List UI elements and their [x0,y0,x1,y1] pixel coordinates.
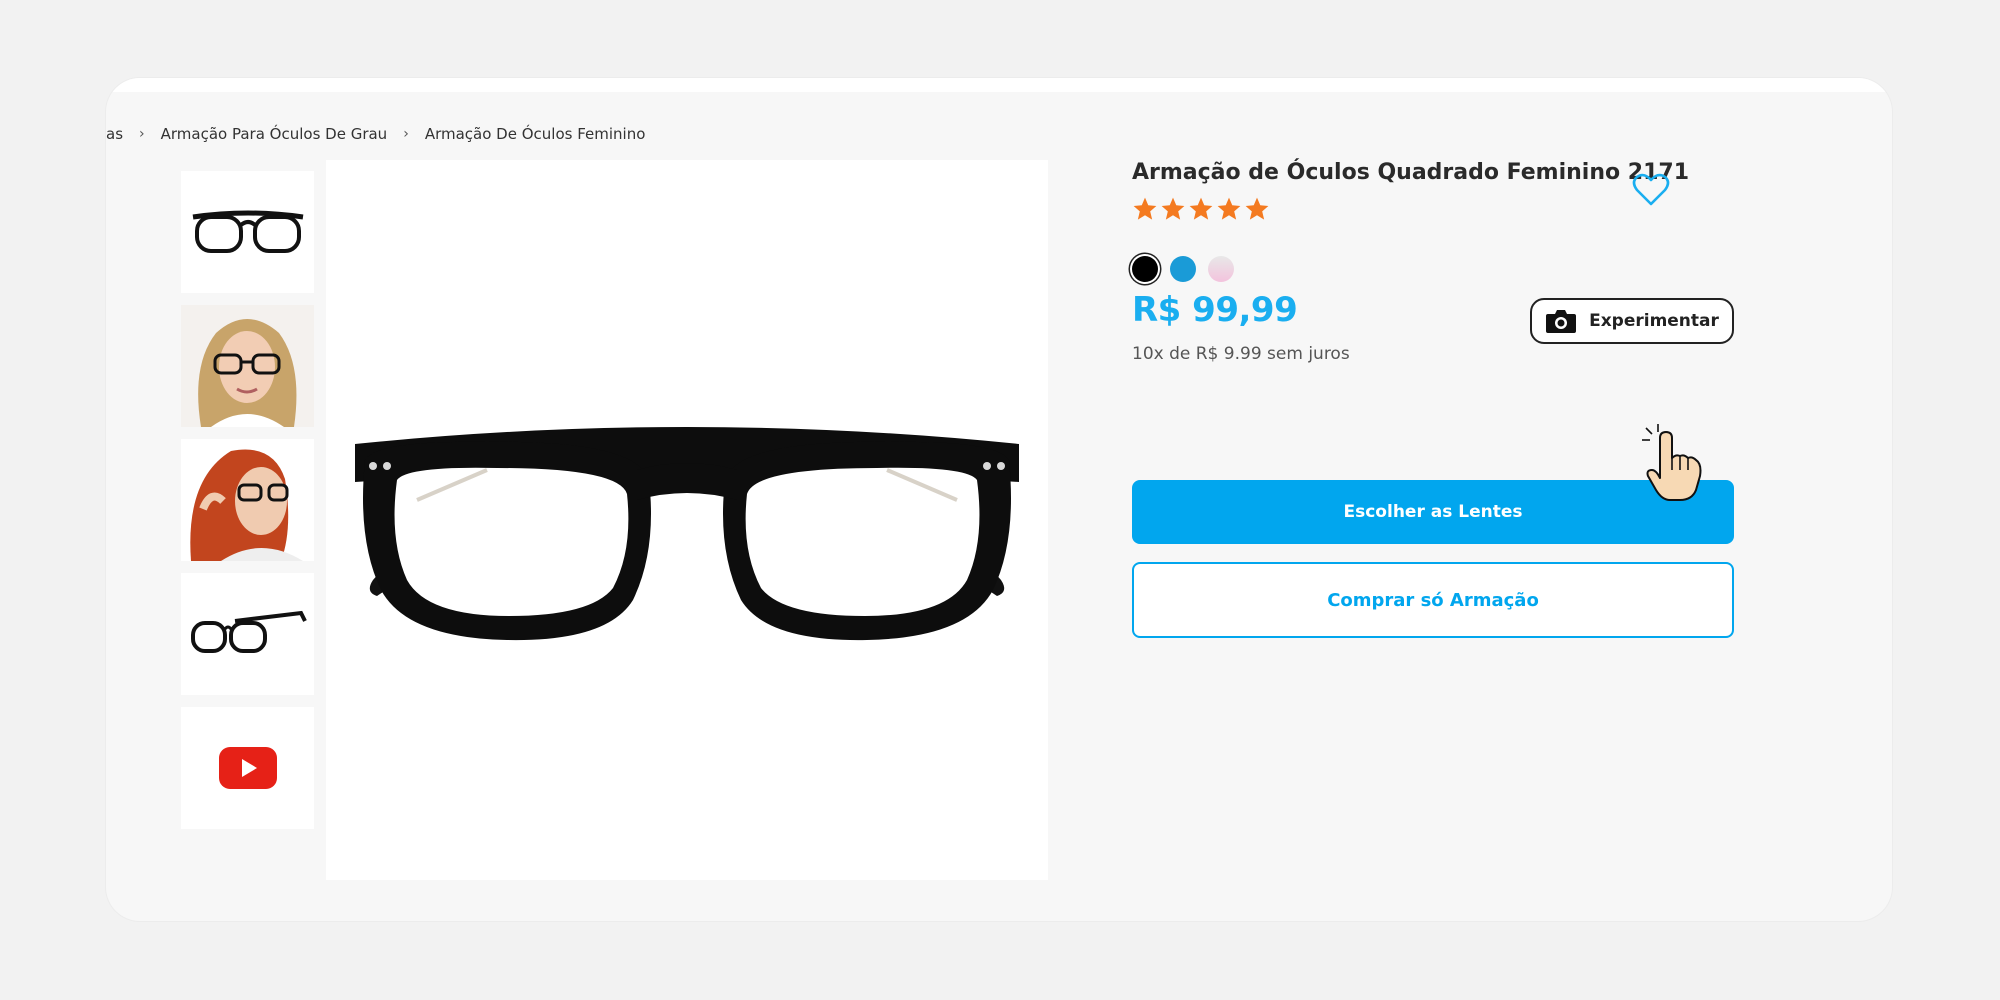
product-price: R$ 99,99 [1132,290,1298,330]
color-swatch-blue[interactable] [1170,256,1196,282]
model-blonde-wearing-glasses [181,305,314,427]
thumbnail-angle[interactable] [181,573,314,695]
breadcrumb-item-armacao-grau[interactable]: Armação Para Óculos De Grau [153,125,396,143]
favorite-heart-icon[interactable] [1631,170,1671,210]
color-swatch-black[interactable] [1132,256,1158,282]
breadcrumb-separator: › [403,126,409,142]
thumbnail-front[interactable] [181,171,314,293]
hand-pointer-cursor-icon [1642,424,1702,501]
glasses-front-thumbnail [192,210,303,253]
breadcrumb: as › Armação Para Óculos De Grau › Armaç… [106,122,653,146]
thumbnail-model-redhead[interactable] [181,439,314,561]
main-product-image[interactable] [326,160,1048,880]
product-card: as › Armação Para Óculos De Grau › Armaç… [106,78,1892,921]
rating-stars [1132,196,1270,222]
breadcrumb-item-armacao-feminino[interactable]: Armação De Óculos Feminino [417,125,654,143]
try-on-button[interactable]: Experimentar [1530,298,1734,344]
model-redhead-wearing-glasses [181,439,314,561]
color-swatches [1132,256,1234,282]
breadcrumb-separator: › [139,126,145,142]
star-icon [1217,197,1241,220]
thumbnail-video[interactable] [181,707,314,829]
glasses-angle-thumbnail [190,610,307,653]
color-swatch-pink[interactable] [1208,256,1234,282]
breadcrumb-item-previous[interactable]: as [106,125,131,143]
thumbnail-model-blonde[interactable] [181,305,314,427]
thumbnail-list [181,171,314,841]
camera-icon [1546,310,1577,333]
card-top-strip [106,78,1892,92]
star-icon [1133,197,1157,220]
star-icon [1161,197,1185,220]
installments-text: 10x de R$ 9.99 sem juros [1132,344,1350,364]
product-title: Armação de Óculos Quadrado Feminino 2171 [1132,160,1690,185]
star-icon [1245,197,1269,220]
glasses-front-image [355,427,1019,641]
youtube-play-icon [218,747,277,789]
buy-frame-only-button[interactable]: Comprar só Armação [1132,562,1734,638]
try-on-label: Experimentar [1589,311,1719,331]
star-icon [1189,197,1213,220]
